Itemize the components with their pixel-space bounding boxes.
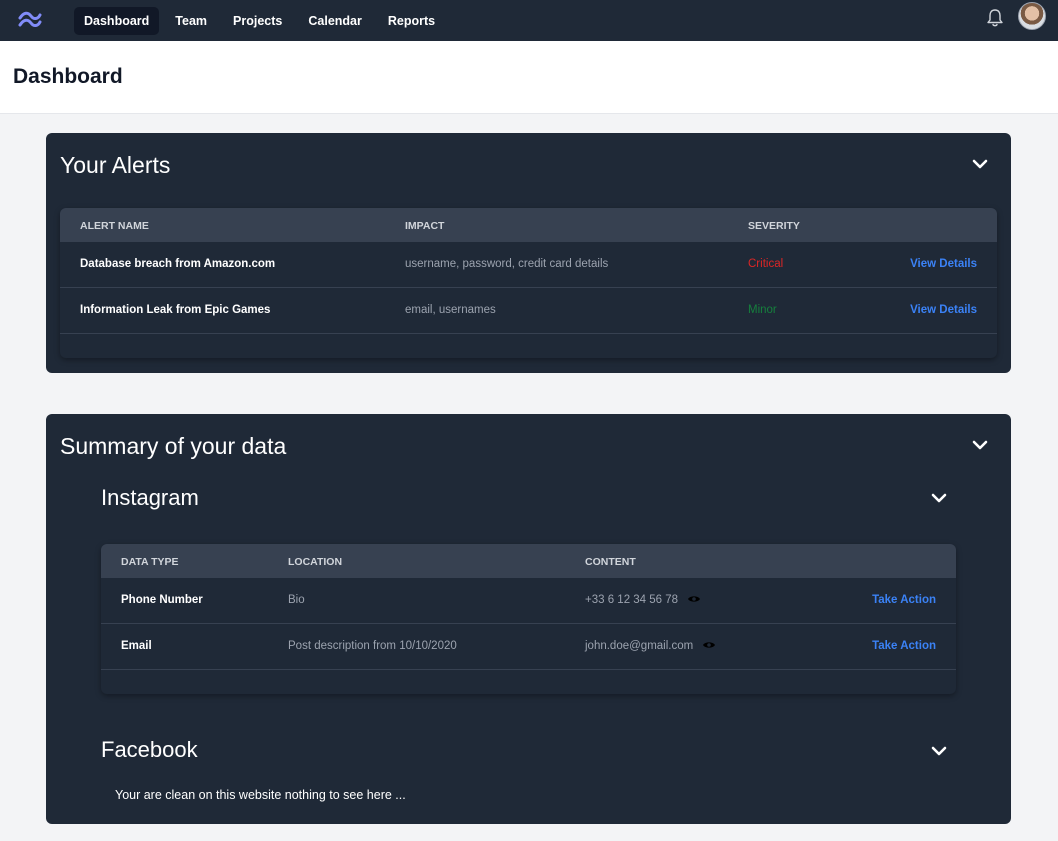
nav-link-calendar[interactable]: Calendar: [298, 7, 372, 35]
eye-icon[interactable]: [702, 640, 716, 650]
instagram-title: Instagram: [101, 485, 199, 510]
data-content: john.doe@gmail.com: [585, 640, 694, 652]
table-header: DATA TYPE LOCATION CONTENT: [101, 544, 956, 578]
facebook-title: Facebook: [101, 737, 198, 762]
alert-impact: username, password, credit card details: [405, 258, 609, 270]
nav-links: Dashboard Team Projects Calendar Reports: [74, 0, 451, 41]
view-details-link[interactable]: View Details: [910, 258, 977, 270]
chevron-down-icon[interactable]: [931, 492, 947, 504]
alert-name: Information Leak from Epic Games: [80, 304, 271, 316]
data-location: Bio: [288, 594, 305, 606]
bell-icon[interactable]: [985, 7, 1005, 29]
alerts-table: ALERT NAME IMPACT SEVERITY Database brea…: [60, 208, 997, 358]
table-header: ALERT NAME IMPACT SEVERITY: [60, 208, 997, 242]
data-content-cell: john.doe@gmail.com: [585, 640, 716, 652]
table-row: Phone Number Bio +33 6 12 34 56 78 Take …: [101, 578, 956, 624]
summary-card: Summary of your data Instagram DATA TYPE…: [46, 414, 1011, 824]
summary-title: Summary of your data: [60, 433, 287, 459]
alerts-card: Your Alerts ALERT NAME IMPACT SEVERITY D…: [46, 133, 1011, 373]
alert-impact: email, usernames: [405, 304, 496, 316]
data-content: +33 6 12 34 56 78: [585, 594, 679, 606]
nav-link-projects[interactable]: Projects: [223, 7, 292, 35]
table-row: Email Post description from 10/10/2020 j…: [101, 624, 956, 670]
table-row: Information Leak from Epic Games email, …: [60, 288, 997, 334]
column-header-alert-name: ALERT NAME: [80, 220, 149, 232]
instagram-table: DATA TYPE LOCATION CONTENT Phone Number …: [101, 544, 956, 694]
nav-link-dashboard[interactable]: Dashboard: [74, 6, 160, 35]
avatar[interactable]: [1018, 2, 1046, 30]
column-header-impact: IMPACT: [405, 220, 445, 232]
nav-link-reports[interactable]: Reports: [378, 7, 445, 35]
column-header-content: CONTENT: [585, 556, 636, 568]
chevron-down-icon[interactable]: [972, 439, 988, 451]
page-title: Dashboard: [13, 65, 123, 88]
data-content-cell: +33 6 12 34 56 78: [585, 594, 701, 606]
data-location: Post description from 10/10/2020: [288, 640, 457, 652]
data-type: Email: [121, 640, 152, 652]
eye-icon[interactable]: [687, 594, 701, 604]
column-header-severity: SEVERITY: [748, 220, 800, 232]
take-action-link[interactable]: Take Action: [872, 594, 936, 606]
facebook-clean-message: Your are clean on this website nothing t…: [115, 788, 406, 802]
severity-critical: Critical: [748, 258, 784, 270]
chevron-down-icon[interactable]: [972, 158, 988, 170]
table-row: Database breach from Amazon.com username…: [60, 242, 997, 288]
alerts-title: Your Alerts: [60, 152, 171, 178]
top-navbar: Dashboard Team Projects Calendar Reports: [0, 0, 1058, 41]
wave-logo-icon[interactable]: [18, 9, 42, 31]
page-header: Dashboard: [0, 41, 1058, 114]
column-header-data-type: DATA TYPE: [121, 556, 179, 568]
column-header-location: LOCATION: [288, 556, 343, 568]
chevron-down-icon[interactable]: [931, 745, 947, 757]
data-type: Phone Number: [121, 594, 203, 606]
nav-link-team[interactable]: Team: [165, 7, 217, 35]
view-details-link[interactable]: View Details: [910, 304, 977, 316]
take-action-link[interactable]: Take Action: [872, 640, 936, 652]
alert-name: Database breach from Amazon.com: [80, 258, 276, 270]
severity-minor: Minor: [748, 304, 777, 316]
